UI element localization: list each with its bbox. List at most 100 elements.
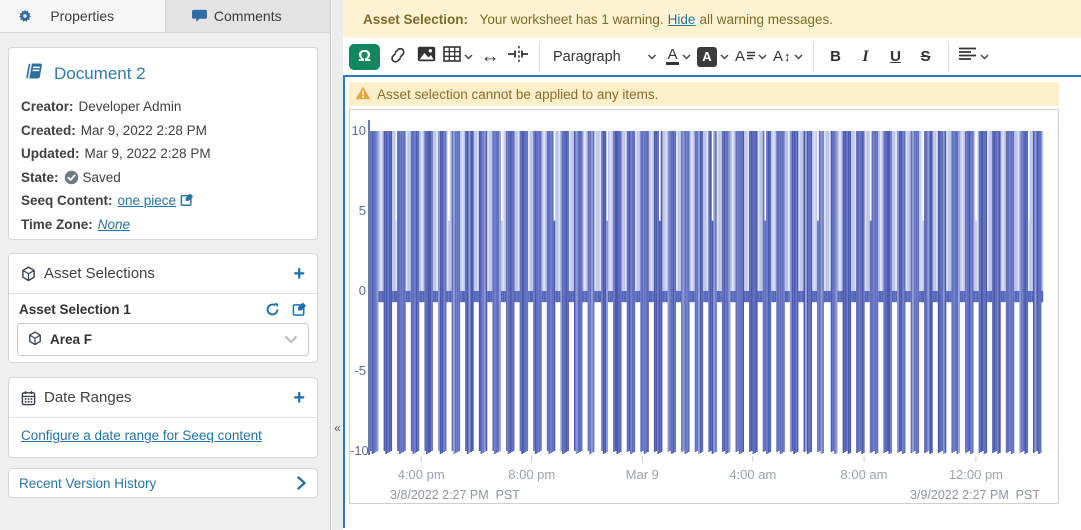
x-tick-label: 4:00 pm — [376, 467, 466, 482]
y-tick-label: -5 — [350, 363, 366, 378]
asset-selections-header: Asset Selections + — [9, 254, 317, 293]
font-color-button[interactable]: A — [663, 43, 694, 71]
cube-icon — [28, 331, 42, 349]
timezone-link[interactable]: None — [98, 217, 130, 232]
document-info-card: Document 2 Creator:Developer Admin Creat… — [8, 47, 318, 240]
date-ranges-header: Date Ranges + — [9, 378, 317, 417]
meta-state: State:Saved — [21, 166, 305, 190]
page-break-button[interactable] — [504, 43, 532, 71]
sidebar-collapse-strip: « — [332, 0, 343, 530]
version-history-label: Recent Version History — [19, 476, 156, 491]
document-title: Document 2 — [54, 64, 146, 84]
page-break-icon — [507, 45, 529, 68]
banner-suffix: all warning messages. — [699, 12, 833, 27]
x-tick-label: 8:00 pm — [487, 467, 577, 482]
seeq-content-chart[interactable]: 4:00 pm8:00 pmMar 94:00 am8:00 am12:00 p… — [349, 109, 1059, 504]
version-history-card[interactable]: Recent Version History — [8, 468, 318, 498]
chevron-down-icon — [284, 335, 298, 344]
meta-creator: Creator:Developer Admin — [21, 95, 305, 119]
chevron-down-icon — [980, 54, 989, 60]
x-tick-label: 4:00 am — [708, 467, 798, 482]
asset-selection-name: Asset Selection 1 — [19, 302, 131, 317]
collapse-sidebar-button[interactable]: « — [332, 420, 343, 438]
tab-comments[interactable]: Comments — [165, 0, 331, 32]
y-tick-label: -10 — [350, 443, 366, 458]
y-tick-label: 10 — [350, 123, 366, 138]
bold-button[interactable]: B — [821, 43, 851, 71]
editor-toolbar: Ω ↔ Paragraph A — [343, 38, 1081, 77]
link-icon — [389, 45, 408, 69]
chart-start-timestamp: 3/8/2022 2:27 PM PST — [390, 488, 520, 502]
x-tick-label: 12:00 pm — [931, 467, 1021, 482]
properties-sidebar: Properties Comments Document 2 Cre — [0, 0, 331, 530]
x-tick-label: 8:00 am — [819, 467, 909, 482]
seeq-content-link[interactable]: one piece — [118, 193, 177, 208]
edit-selection-icon[interactable] — [292, 302, 307, 317]
paragraph-style-value: Paragraph — [553, 49, 621, 65]
warning-triangle-icon — [355, 86, 371, 103]
underline-button[interactable]: U — [881, 43, 911, 71]
banner-text: Your worksheet has 1 warning. — [476, 12, 664, 27]
sidebar-body: Document 2 Creator:Developer Admin Creat… — [0, 33, 330, 529]
paragraph-style-dropdown[interactable]: Paragraph — [547, 43, 663, 71]
add-date-range-button[interactable]: + — [293, 388, 305, 408]
document-body[interactable]: Asset selection cannot be applied to any… — [343, 77, 1081, 528]
meta-created: Created:Mar 9, 2022 2:28 PM — [21, 119, 305, 143]
asset-selection-value: Area F — [50, 332, 92, 347]
topic-editor-pane: Asset Selection: Your worksheet has 1 wa… — [343, 0, 1081, 530]
background-color-icon: A — [697, 47, 717, 67]
image-button[interactable] — [412, 43, 440, 71]
check-circle-icon — [64, 170, 79, 185]
date-ranges-card: Date Ranges + Configure a date range for… — [8, 377, 318, 458]
table-icon — [443, 46, 461, 67]
meta-timezone: Time Zone:None — [21, 213, 305, 237]
tab-comments-label: Comments — [214, 8, 282, 24]
horizontal-line-button[interactable]: ↔ — [476, 43, 504, 71]
table-button[interactable] — [440, 43, 476, 71]
edit-icon[interactable] — [180, 193, 194, 207]
strikethrough-button[interactable]: S — [911, 43, 941, 71]
align-lines-icon — [959, 47, 977, 66]
y-tick-label: 5 — [350, 203, 366, 218]
background-color-button[interactable]: A — [694, 43, 732, 71]
calendar-icon — [21, 390, 36, 406]
link-button[interactable] — [384, 43, 412, 71]
gear-icon — [18, 9, 32, 23]
chevron-right-icon — [296, 476, 307, 490]
chevron-down-icon — [720, 54, 729, 60]
tab-properties[interactable]: Properties — [0, 0, 165, 32]
chevron-down-icon — [758, 54, 767, 60]
font-size-icon: A — [773, 48, 783, 65]
italic-button[interactable]: I — [851, 43, 881, 71]
document-title-row: Document 2 — [23, 62, 305, 85]
chart-plot-svg — [350, 110, 1058, 466]
asset-selections-title: Asset Selections — [44, 265, 155, 282]
banner-prefix: Asset Selection: — [363, 12, 468, 27]
alignment-button[interactable] — [956, 43, 992, 71]
tab-properties-label: Properties — [50, 8, 114, 24]
chart-end-timestamp: 3/9/2022 2:27 PM PST — [910, 488, 1040, 502]
y-tick-label: 0 — [350, 283, 366, 298]
chevron-down-icon — [464, 54, 473, 60]
font-family-lines-icon — [747, 48, 755, 66]
meta-updated: Updated:Mar 9, 2022 2:28 PM — [21, 142, 305, 166]
comment-bubble-icon — [192, 9, 207, 23]
horizontal-arrow-icon: ↔ — [481, 46, 500, 68]
asset-selection-warning: Asset selection cannot be applied to any… — [349, 82, 1059, 106]
date-ranges-title: Date Ranges — [44, 389, 132, 406]
seeq-organizer-app: Properties Comments Document 2 Cre — [0, 0, 1081, 530]
configure-date-range-link[interactable]: Configure a date range for Seeq content — [21, 428, 262, 443]
worksheet-warning-banner: Asset Selection: Your worksheet has 1 wa… — [343, 0, 1081, 38]
meta-seeq-content: Seeq Content:one piece — [21, 189, 305, 213]
font-family-button[interactable]: A — [732, 43, 770, 71]
sidebar-tabbar: Properties Comments — [0, 0, 330, 33]
insert-seeq-content-button[interactable]: Ω — [349, 44, 380, 70]
updown-arrow-icon: ↕ — [784, 49, 791, 64]
refresh-icon[interactable] — [265, 302, 280, 317]
font-size-button[interactable]: A ↕ — [770, 43, 806, 71]
hide-warnings-link[interactable]: Hide — [668, 12, 696, 27]
add-asset-selection-button[interactable]: + — [293, 264, 305, 284]
image-icon — [417, 46, 436, 67]
asset-selection-dropdown[interactable]: Area F — [17, 323, 309, 356]
chevron-down-icon — [794, 54, 803, 60]
